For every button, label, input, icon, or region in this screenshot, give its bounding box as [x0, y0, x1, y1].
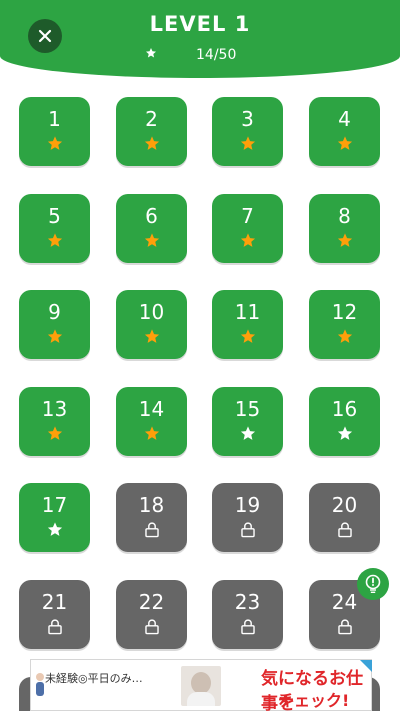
lock-icon [337, 522, 352, 538]
level-number: 22 [138, 590, 165, 614]
level-number: 10 [138, 300, 165, 324]
star-icon [240, 426, 255, 440]
star-icon [240, 233, 255, 247]
level-tile-21[interactable]: 21 [19, 580, 90, 649]
level-number: 20 [331, 493, 358, 517]
level-tile-16[interactable]: 16 [309, 387, 380, 456]
lock-icon [47, 619, 62, 635]
lock-icon [144, 619, 159, 635]
level-number: 21 [41, 590, 68, 614]
level-number: 4 [338, 107, 351, 131]
level-number: 16 [331, 397, 358, 421]
level-number: 23 [234, 590, 261, 614]
star-icon [337, 136, 352, 150]
star-icon [47, 233, 62, 247]
level-tile-13[interactable]: 13 [19, 387, 90, 456]
ad-photo [181, 666, 221, 706]
lightbulb-icon [365, 574, 381, 593]
lock-icon [144, 522, 159, 538]
star-icon [240, 329, 255, 343]
level-tile-1[interactable]: 1 [19, 97, 90, 166]
level-tile-18[interactable]: 18 [116, 483, 187, 552]
level-tile-17[interactable]: 17 [19, 483, 90, 552]
level-tile-20[interactable]: 20 [309, 483, 380, 552]
level-tile-7[interactable]: 7 [212, 194, 283, 263]
level-number: 5 [48, 204, 61, 228]
level-tile-22[interactable]: 22 [116, 580, 187, 649]
level-tile-6[interactable]: 6 [116, 194, 187, 263]
ad-left-text: 未経験◎平日のみ… [45, 672, 143, 685]
level-tile-14[interactable]: 14 [116, 387, 187, 456]
star-icon [337, 426, 352, 440]
level-tile-2[interactable]: 2 [116, 97, 187, 166]
level-number: 12 [331, 300, 358, 324]
level-number: 1 [48, 107, 61, 131]
star-icon [240, 136, 255, 150]
star-icon [47, 329, 62, 343]
level-number: 24 [331, 590, 358, 614]
level-tile-4[interactable]: 4 [309, 97, 380, 166]
ad-banner[interactable]: 未経験◎平日のみ… 気になるお仕事を チェック! [30, 659, 372, 711]
lock-icon [240, 522, 255, 538]
level-tile-23[interactable]: 23 [212, 580, 283, 649]
level-tile-11[interactable]: 11 [212, 290, 283, 359]
level-tile-12[interactable]: 12 [309, 290, 380, 359]
level-number: 15 [234, 397, 261, 421]
level-number: 13 [41, 397, 68, 421]
star-icon [144, 136, 159, 150]
lock-icon [240, 619, 255, 635]
level-tile-15[interactable]: 15 [212, 387, 283, 456]
level-number: 2 [145, 107, 158, 131]
level-number: 7 [241, 204, 254, 228]
star-icon [337, 329, 352, 343]
level-tile-8[interactable]: 8 [309, 194, 380, 263]
level-number: 9 [48, 300, 61, 324]
level-tile-10[interactable]: 10 [116, 290, 187, 359]
level-tile-19[interactable]: 19 [212, 483, 283, 552]
lock-icon [337, 619, 352, 635]
star-icon [47, 136, 62, 150]
level-number: 3 [241, 107, 254, 131]
level-tile-5[interactable]: 5 [19, 194, 90, 263]
level-number: 17 [41, 493, 68, 517]
level-number: 6 [145, 204, 158, 228]
level-number: 11 [234, 300, 261, 324]
star-icon [144, 426, 159, 440]
star-icon [47, 426, 62, 440]
hint-button[interactable] [357, 568, 389, 600]
star-icon [144, 329, 159, 343]
star-icon [47, 522, 62, 536]
level-tile-9[interactable]: 9 [19, 290, 90, 359]
ad-cta: チェック! [278, 691, 350, 710]
info-icon[interactable] [360, 660, 372, 672]
level-tile-3[interactable]: 3 [212, 97, 283, 166]
star-icon [144, 233, 159, 247]
level-number: 18 [138, 493, 165, 517]
level-number: 8 [338, 204, 351, 228]
level-grid: 1 2 3 4 5 6 7 8 9 10 11 12 13 14 15 16 17 18 19 20 21 22 23 24 [0, 0, 400, 711]
star-icon [337, 233, 352, 247]
level-number: 14 [138, 397, 165, 421]
level-number: 19 [234, 493, 261, 517]
